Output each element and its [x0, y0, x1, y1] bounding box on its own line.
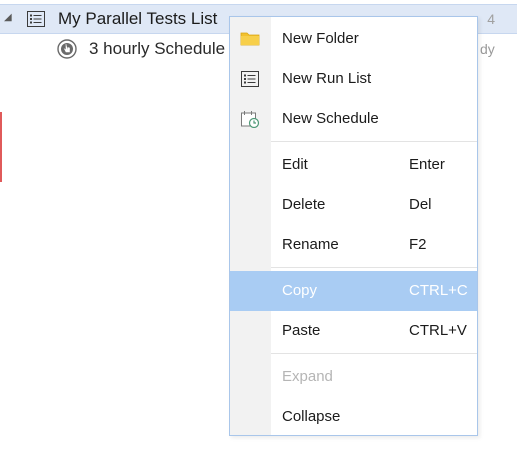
menu-item-shortcut: Del	[409, 196, 432, 213]
tree-row-title: 3 hourly Schedule	[89, 39, 226, 58]
menu-item-label: New Schedule	[282, 110, 379, 127]
expander-icon[interactable]: ◢	[4, 12, 12, 24]
menu-item-shortcut: CTRL+C	[409, 282, 468, 299]
menu-item-new-run-list[interactable]: New Run List	[230, 59, 477, 99]
menu-item-shortcut: CTRL+V	[409, 322, 467, 339]
menu-item-shortcut: F2	[409, 236, 427, 253]
menu-item-rename[interactable]: Rename F2	[230, 225, 477, 265]
tree-row-title: My Parallel Tests List	[58, 9, 218, 28]
menu-item-label: New Folder	[282, 30, 359, 47]
tree-row-status: dy	[480, 41, 495, 57]
menu-item-collapse[interactable]: Collapse	[230, 397, 477, 437]
menu-item-expand: Expand	[230, 357, 477, 397]
menu-item-edit[interactable]: Edit Enter	[230, 145, 477, 185]
menu-item-label: Expand	[282, 368, 333, 385]
menu-item-label: Collapse	[282, 408, 341, 425]
menu-item-label: New Run List	[282, 70, 372, 87]
menu-item-label: Copy	[282, 282, 318, 299]
menu-item-paste[interactable]: Paste CTRL+V	[230, 311, 477, 351]
menu-item-new-folder[interactable]: New Folder	[230, 19, 477, 59]
calendar-clock-icon	[241, 111, 260, 128]
menu-item-copy[interactable]: Copy CTRL+C	[230, 271, 477, 311]
tree-row-count: 4	[487, 11, 495, 27]
menu-item-delete[interactable]: Delete Del	[230, 185, 477, 225]
schedule-icon	[57, 39, 77, 59]
menu-item-shortcut: Enter	[409, 156, 445, 173]
menu-separator	[271, 353, 477, 354]
list-icon	[27, 11, 45, 27]
run-list-icon	[241, 71, 259, 87]
left-edge-strip	[0, 112, 2, 182]
context-menu: New Folder New Run List New Schedule Edi…	[229, 16, 478, 436]
app-root: ◢ My Parallel Tests List 4 3 hourly Sche…	[0, 0, 517, 452]
menu-item-label: Rename	[282, 236, 339, 253]
menu-separator	[271, 141, 477, 142]
menu-item-new-schedule[interactable]: New Schedule	[230, 99, 477, 139]
menu-item-label: Paste	[282, 322, 321, 339]
folder-icon	[240, 32, 260, 46]
menu-item-label: Delete	[282, 196, 326, 213]
menu-item-label: Edit	[282, 156, 308, 173]
menu-separator	[271, 267, 477, 268]
